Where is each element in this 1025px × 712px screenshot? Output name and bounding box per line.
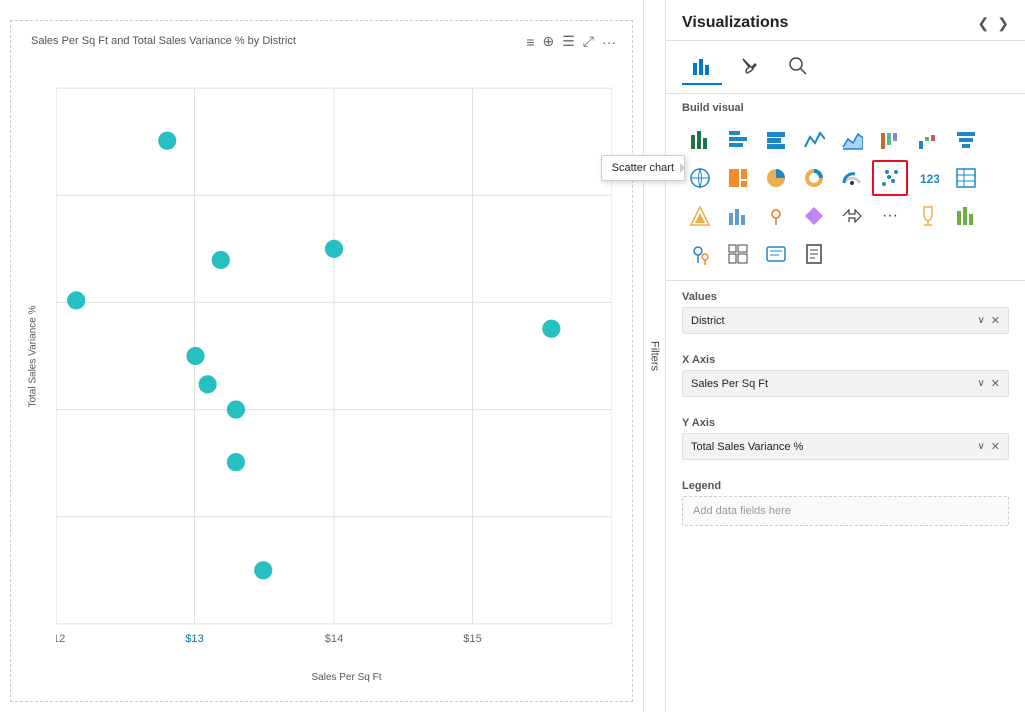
area-chart-icon[interactable] [834, 122, 870, 158]
more-icon[interactable]: ··· [602, 34, 616, 50]
paginated-icon[interactable] [796, 236, 832, 272]
svg-text:$13: $13 [185, 633, 204, 645]
gauge-icon[interactable] [834, 160, 870, 196]
chart-container: ≡ ⊕ ☰ ⤢ ··· Sales Per Sq Ft and Total Sa… [10, 20, 633, 702]
pie-chart-icon[interactable] [758, 160, 794, 196]
filters-label: Filters [649, 341, 661, 371]
district-field-pill[interactable]: District ∨ ✕ [682, 307, 1009, 334]
chart-toolbar: ≡ ⊕ ☰ ⤢ ··· [518, 29, 624, 54]
nav-left-arrow[interactable]: ❮ [978, 15, 990, 32]
line-chart-icon[interactable] [796, 122, 832, 158]
yaxis-pill-actions: ∨ ✕ [977, 440, 1000, 453]
scatter-chart-tooltip: Scatter chart [601, 155, 685, 181]
column-bar-icon2[interactable] [720, 198, 756, 234]
xaxis-label: X Axis [682, 354, 1009, 366]
smart-narrative-icon[interactable] [758, 236, 794, 272]
chart-title: Sales Per Sq Ft and Total Sales Variance… [31, 35, 296, 47]
svg-text:123: 123 [920, 172, 939, 186]
viz-panel-title: Visualizations [682, 14, 788, 32]
bar-chart2-icon[interactable] [948, 198, 984, 234]
geo-icon[interactable] [758, 198, 794, 234]
scatter-area: 0% -2% -4% -6% -8% -10% $12 $13 $14 $15 [56, 61, 612, 651]
yaxis-remove[interactable]: ✕ [991, 440, 1000, 453]
stacked-bar-icon[interactable] [758, 122, 794, 158]
more-visuals-icon[interactable]: ··· [872, 198, 908, 234]
triangle-icon[interactable] [682, 198, 718, 234]
yaxis-field-pill[interactable]: Total Sales Variance % ∨ ✕ [682, 433, 1009, 460]
legend-placeholder-text: Add data fields here [693, 505, 791, 517]
pin-icon[interactable]: ⊕ [543, 33, 555, 50]
viz-panel: Visualizations ❮ ❯ Build visual [665, 0, 1025, 712]
xaxis-chevron[interactable]: ∨ [977, 378, 984, 389]
legend-label: Legend [682, 480, 1009, 492]
funnel-icon[interactable] [948, 122, 984, 158]
arrows-icon[interactable] [834, 198, 870, 234]
matrix-icon[interactable] [720, 236, 756, 272]
xaxis-section: X Axis Sales Per Sq Ft ∨ ✕ [666, 344, 1025, 407]
analytics-tab[interactable] [778, 49, 818, 85]
svg-text:$15: $15 [463, 633, 482, 645]
scatter-chart-btn active[interactable] [872, 160, 908, 196]
yaxis-chevron[interactable]: ∨ [977, 441, 984, 452]
x-axis-label: Sales Per Sq Ft [312, 672, 382, 683]
district-pill-actions: ∨ ✕ [977, 314, 1000, 327]
kpi-icon[interactable]: 123 [910, 160, 946, 196]
viz-type-icons-grid: 123 ··· [666, 118, 1025, 281]
column-chart-icon[interactable] [720, 122, 756, 158]
yaxis-field-text: Total Sales Variance % [691, 441, 803, 453]
yaxis-label: Y Axis [682, 417, 1009, 429]
viz-nav-arrows: ❮ ❯ [978, 15, 1009, 32]
legend-placeholder[interactable]: Add data fields here [682, 496, 1009, 526]
chart-panel: ≡ ⊕ ☰ ⤢ ··· Sales Per Sq Ft and Total Sa… [0, 0, 643, 712]
values-section: Values District ∨ ✕ [666, 281, 1025, 344]
legend-section: Legend Add data fields here [666, 470, 1025, 536]
xaxis-pill-actions: ∨ ✕ [977, 377, 1000, 390]
y-axis-label: Total Sales Variance % [28, 305, 39, 407]
bar-chart-icon[interactable] [682, 122, 718, 158]
treemap-icon[interactable] [720, 160, 756, 196]
diamond-icon[interactable] [796, 198, 832, 234]
xaxis-remove[interactable]: ✕ [991, 377, 1000, 390]
xaxis-field-pill[interactable]: Sales Per Sq Ft ∨ ✕ [682, 370, 1009, 397]
table-icon[interactable] [948, 160, 984, 196]
district-chevron[interactable]: ∨ [977, 315, 984, 326]
trophy-icon[interactable] [910, 198, 946, 234]
viz-top-icons-row [666, 41, 1025, 94]
viz-header: Visualizations ❮ ❯ [666, 0, 1025, 41]
svg-text:$12: $12 [56, 633, 65, 645]
format-visual-tab[interactable] [730, 49, 770, 85]
svg-text:$14: $14 [325, 633, 344, 645]
yaxis-section: Y Axis Total Sales Variance % ∨ ✕ [666, 407, 1025, 470]
ribbon-chart-icon[interactable] [872, 122, 908, 158]
build-visual-tab[interactable] [682, 49, 722, 85]
donut-icon[interactable] [796, 160, 832, 196]
format-icon[interactable]: ≡ [526, 34, 534, 50]
filters-tab[interactable]: Filters [643, 0, 665, 712]
expand-icon[interactable]: ⤢ [583, 33, 594, 50]
xaxis-field-text: Sales Per Sq Ft [691, 378, 768, 390]
district-remove[interactable]: ✕ [991, 314, 1000, 327]
build-visual-label: Build visual [666, 94, 1025, 118]
nav-right-arrow[interactable]: ❯ [997, 15, 1009, 32]
pin-map-icon[interactable] [682, 236, 718, 272]
district-field-text: District [691, 315, 725, 327]
waterfall-icon[interactable] [910, 122, 946, 158]
scatter-svg: 0% -2% -4% -6% -8% -10% $12 $13 $14 $15 [56, 61, 612, 651]
filter-icon[interactable]: ☰ [562, 33, 575, 50]
values-label: Values [682, 291, 1009, 303]
